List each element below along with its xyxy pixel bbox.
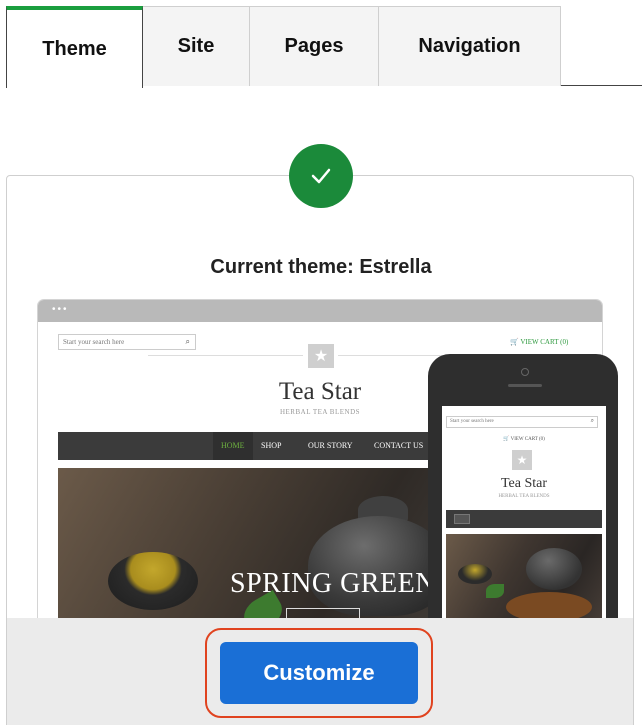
preview-nav-our-story: OUR STORY <box>308 441 353 450</box>
check-icon <box>289 144 353 208</box>
mobile-nav-bar <box>446 510 602 528</box>
tab-site[interactable]: Site <box>142 6 250 86</box>
logo-rule-left <box>148 355 303 356</box>
tab-bar: Theme Site Pages Navigation <box>0 0 642 88</box>
preview-hero-heading: SPRING GREEN <box>230 568 436 599</box>
preview-site-title: Tea Star <box>278 378 362 405</box>
theme-preview-mobile: Start your search here ⌕ 🛒 VIEW CART (0)… <box>428 354 618 654</box>
tea-cup-image <box>458 564 492 584</box>
mobile-search-input: Start your search here ⌕ <box>446 416 598 428</box>
browser-bar: ••• <box>38 300 602 322</box>
preview-nav-shop: SHOP <box>261 441 282 450</box>
browser-dots-icon: ••• <box>52 304 69 315</box>
teapot-image <box>308 516 448 616</box>
teapot-image <box>526 548 582 590</box>
search-icon: ⌕ <box>185 337 190 346</box>
phone-camera-icon <box>521 368 529 376</box>
leaf-image <box>486 584 504 598</box>
preview-search-input: Start your search here ⌕ <box>58 334 196 350</box>
hamburger-menu-icon <box>454 514 470 524</box>
preview-nav-home: HOME <box>213 432 253 460</box>
preview-cart-label: VIEW CART (0) <box>520 338 569 346</box>
tea-cup-image <box>108 552 198 610</box>
phone-screen: Start your search here ⌕ 🛒 VIEW CART (0)… <box>442 406 606 654</box>
cart-icon: 🛒 <box>510 338 519 346</box>
preview-nav-contact-us: CONTACT US <box>374 441 424 450</box>
mobile-cart-label: VIEW CART (0) <box>510 437 545 442</box>
mobile-search-placeholder: Start your search here <box>450 419 494 424</box>
phone-speaker-icon <box>508 384 542 387</box>
tab-theme[interactable]: Theme <box>6 6 143 88</box>
tab-pages[interactable]: Pages <box>249 6 379 86</box>
cart-icon: 🛒 <box>503 437 510 442</box>
preview-site-subtitle: HERBAL TEA BLENDS <box>279 408 361 416</box>
star-logo-icon: ★ <box>512 450 532 470</box>
preview-search-placeholder: Start your search here <box>63 338 125 346</box>
search-icon: ⌕ <box>590 418 594 424</box>
mobile-site-subtitle: HERBAL TEA BLENDS <box>498 494 550 499</box>
mobile-site-title: Tea Star <box>500 476 548 491</box>
preview-cart-link: 🛒 VIEW CART (0) <box>510 338 568 346</box>
customize-button[interactable]: Customize <box>220 642 418 704</box>
mobile-cart-link: 🛒 VIEW CART (0) <box>442 436 606 442</box>
current-theme-label: Current theme: Estrella <box>210 256 432 278</box>
tab-navigation[interactable]: Navigation <box>378 6 561 86</box>
star-logo-icon: ★ <box>308 344 334 368</box>
